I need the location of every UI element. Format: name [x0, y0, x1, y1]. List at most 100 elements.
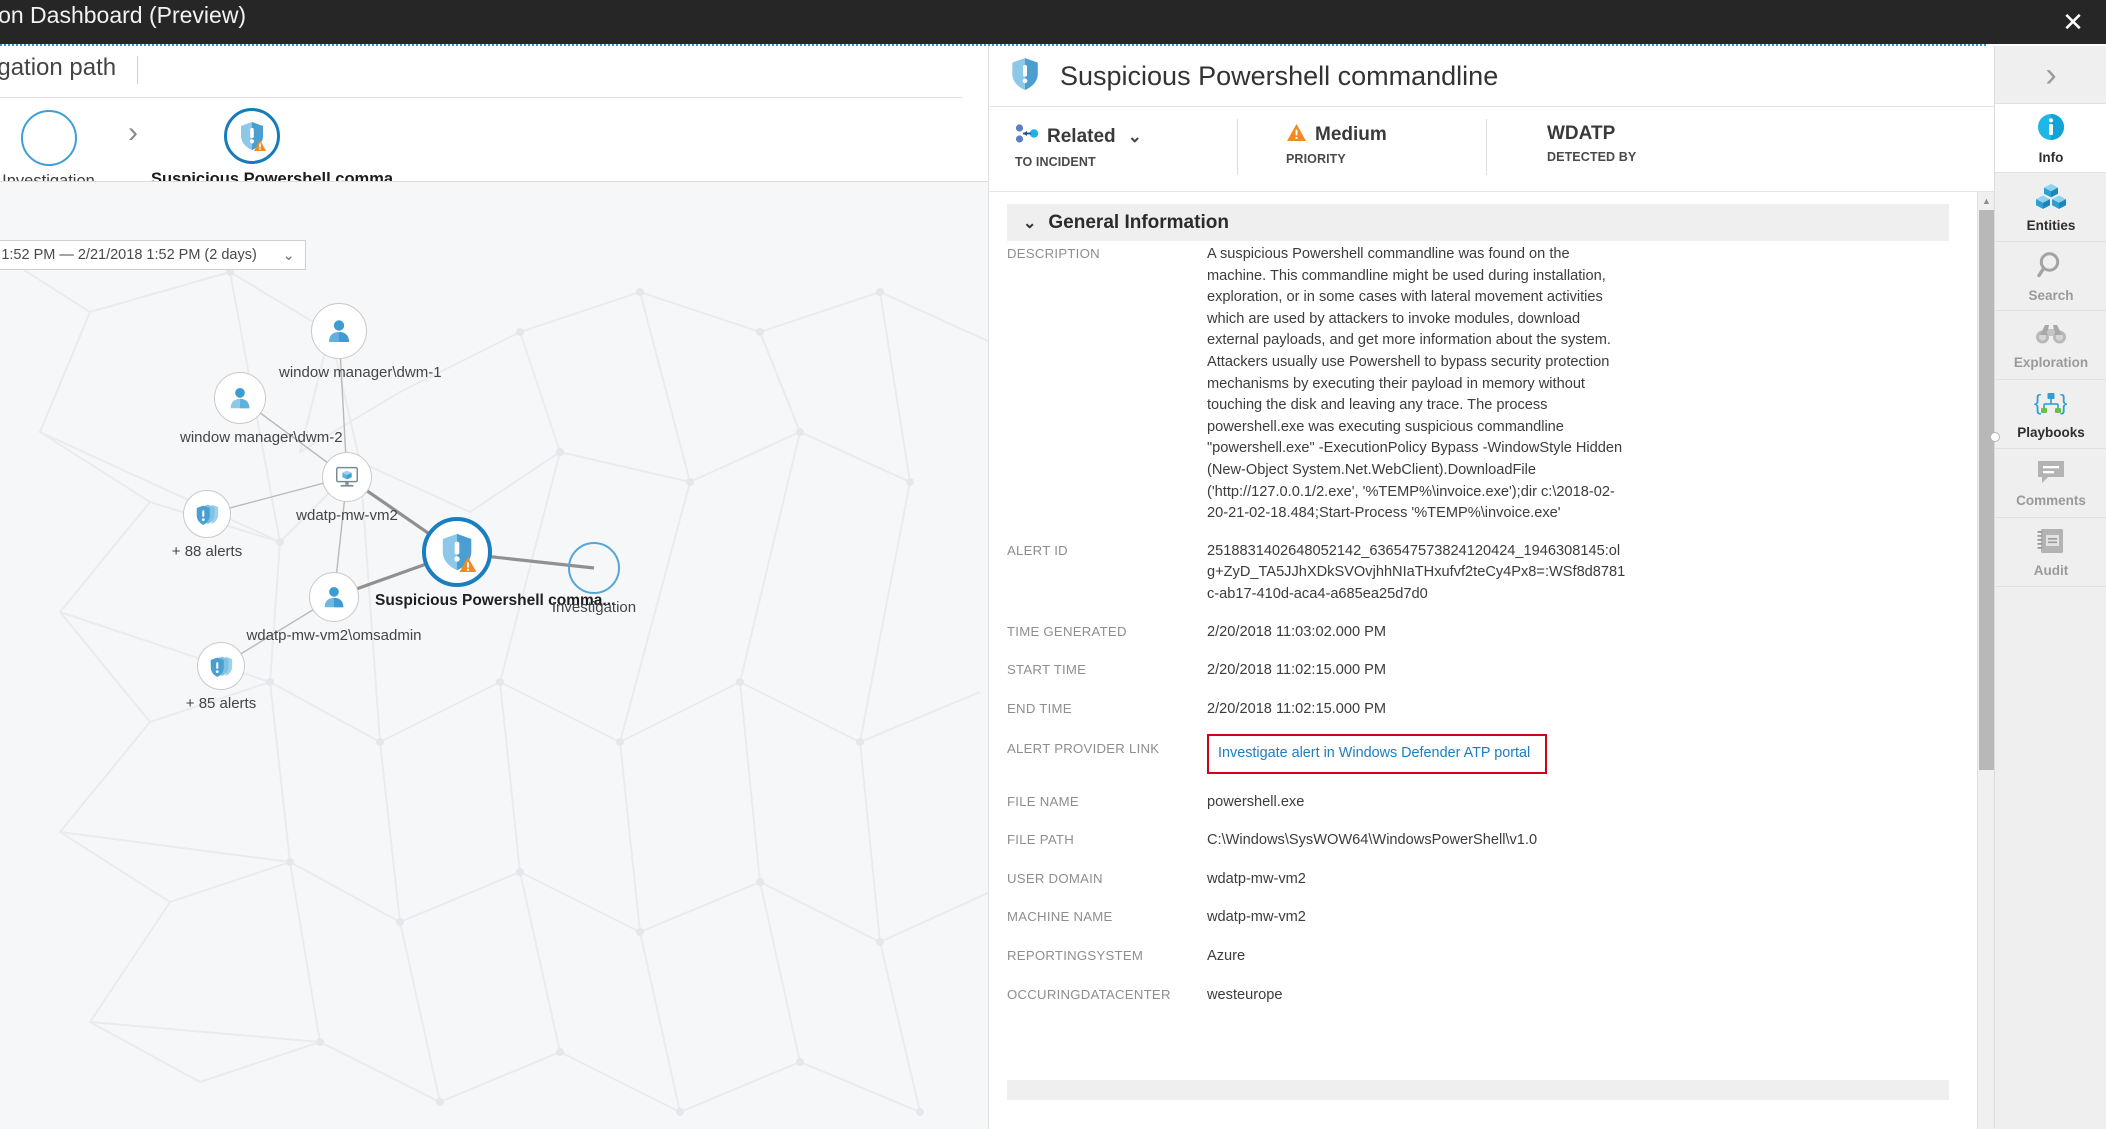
field-value: westeurope [1207, 986, 1283, 1003]
rail-tab-search[interactable]: Search [1995, 242, 2106, 311]
rail-tab-comments[interactable]: Comments [1995, 449, 2106, 518]
empty-circle-icon [20, 110, 77, 166]
meta-value: WDATP [1547, 123, 1616, 144]
collapse-panel-button[interactable]: › [1995, 46, 2106, 103]
field-label: DESCRIPTION [1007, 246, 1100, 261]
rail-tab-label: Entities [2026, 217, 2076, 233]
rail-tab-info[interactable]: Info [1995, 104, 2106, 173]
meta-priority: Medium PRIORITY [1286, 107, 1486, 166]
field-value: 2/20/2018 11:02:15.000 PM [1207, 662, 1387, 679]
svg-text:{: { [2034, 390, 2041, 415]
alert-title: Suspicious Powershell commandline [1060, 60, 1499, 91]
graph-node-label: window manager\dwm-2 [180, 429, 343, 446]
section-general-information[interactable]: ⌄ General Information [1007, 204, 1949, 241]
field-user-domain: USER DOMAIN wdatp-mw-vm2 [1007, 869, 1949, 891]
field-alert-id: ALERT ID 2518831402648052142_63654757382… [1007, 541, 1949, 606]
alert-shield-icon [422, 517, 492, 587]
user-icon [311, 303, 367, 359]
field-reportingsystem: REPORTINGSYSTEM Azure [1007, 946, 1949, 968]
meta-related-to-incident[interactable]: Related ⌄ TO INCIDENT [1015, 107, 1237, 169]
field-occuringdatacenter: OCCURINGDATACENTER westeurope [1007, 985, 1949, 1007]
field-value: wdatp-mw-vm2 [1207, 909, 1306, 926]
header-divider [137, 56, 138, 84]
header-underline [0, 97, 962, 98]
field-label: REPORTINGSYSTEM [1007, 947, 1144, 963]
chevron-down-icon: ⌄ [1023, 214, 1037, 232]
rail-tab-exploration[interactable]: Exploration [1995, 311, 2106, 380]
field-start-time: START TIME 2/20/2018 11:02:15.000 PM [1007, 660, 1949, 682]
field-label: END TIME [1007, 700, 1072, 716]
rail-tab-label: Playbooks [2017, 424, 2085, 440]
audit-icon [2036, 527, 2066, 560]
field-label: ALERT PROVIDER LINK [1007, 741, 1160, 757]
close-icon[interactable]: ✕ [2050, 0, 2096, 44]
chevron-down-icon[interactable]: ⌄ [1128, 127, 1142, 147]
section-next-collapsed[interactable] [1007, 1080, 1949, 1100]
panel-resize-handle[interactable] [1990, 432, 2000, 442]
investigation-path-title: vestigation path [0, 54, 117, 81]
user-icon [214, 372, 266, 424]
meta-caption: DETECTED BY [1547, 150, 1637, 164]
graph-edges [206, 330, 595, 667]
meta-value: Related [1047, 125, 1116, 147]
investigation-graph-canvas[interactable]: /2018 1:52 PM — 2/21/2018 1:52 PM (2 day… [0, 182, 988, 1129]
scrollbar-thumb[interactable] [1979, 210, 1994, 770]
graph-node-alerts-88[interactable]: + 88 alerts [152, 490, 262, 560]
alert-detail-panel: Suspicious Powershell commandline Relate… [988, 46, 1995, 1129]
rail-tab-entities[interactable]: Entities [1995, 173, 2106, 242]
chevron-down-icon: ⌄ [282, 247, 295, 264]
investigation-pane: vestigation path Investigation › Suspi [0, 46, 988, 1129]
graph-node-label: + 88 alerts [171, 543, 243, 560]
general-information-fields: DESCRIPTION A suspicious Powershell comm… [1007, 244, 1949, 1023]
field-value: C:\Windows\SysWOW64\WindowsPowerShell\v1… [1207, 832, 1538, 849]
svg-text:}: } [2060, 390, 2067, 415]
time-range-value: /2018 1:52 PM — 2/21/2018 1:52 PM (2 day… [0, 247, 257, 263]
detail-panel-scrollbar[interactable]: ▲ [1977, 192, 1994, 1129]
graph-node-selected-alert[interactable]: Suspicious Powershell comma... [375, 517, 616, 610]
machine-icon [322, 452, 372, 502]
alerts-stack-icon [197, 642, 245, 690]
field-file-name: FILE NAME powershell.exe [1007, 792, 1949, 814]
alert-meta-row: Related ⌄ TO INCIDENT Medium PRIORITY WD… [989, 107, 1995, 191]
investigation-path-header: vestigation path [0, 46, 988, 91]
alert-shield-icon [224, 108, 280, 164]
title-bar: stigation Dashboard (Preview) -cid-ws ✕ [0, 0, 2106, 44]
graph-node-alerts-85[interactable]: + 85 alerts [166, 642, 276, 712]
time-range-picker[interactable]: /2018 1:52 PM — 2/21/2018 1:52 PM (2 day… [0, 240, 306, 270]
field-label: ALERT ID [1007, 542, 1068, 558]
field-value: Azure [1207, 947, 1246, 964]
field-label: OCCURINGDATACENTER [1007, 986, 1171, 1002]
breadcrumb: Investigation › Suspicious Powershell co… [0, 104, 988, 190]
field-label: MACHINE NAME [1007, 909, 1113, 925]
field-label: USER DOMAIN [1007, 870, 1103, 886]
field-label: TIME GENERATED [1007, 623, 1127, 639]
user-icon [309, 572, 359, 622]
alerts-stack-icon [183, 490, 231, 538]
alert-detail-body: ⌄ General Information DESCRIPTION A susp… [989, 192, 1995, 1129]
rail-tab-playbooks[interactable]: { } Playbooks [1995, 380, 2106, 449]
meta-divider [1237, 119, 1238, 175]
field-end-time: END TIME 2/20/2018 11:02:15.000 PM [1007, 699, 1949, 721]
field-machine-name: MACHINE NAME wdatp-mw-vm2 [1007, 907, 1949, 929]
graph-node-dwm-2[interactable]: window manager\dwm-2 [180, 372, 343, 446]
field-value: A suspicious Powershell commandline was … [1207, 246, 1623, 522]
scroll-up-icon[interactable]: ▲ [1978, 192, 1995, 209]
meta-value: Medium [1315, 124, 1387, 145]
graph-node-label: Suspicious Powershell comma... [375, 592, 616, 609]
field-alert-provider-link: ALERT PROVIDER LINK Investigate alert in… [1007, 734, 1949, 774]
breadcrumb-item-alert[interactable]: Suspicious Powershell comma... [151, 108, 407, 189]
graph-node-label: Investigation [551, 599, 637, 616]
alert-detail-header: Suspicious Powershell commandline [989, 46, 1995, 106]
graph-node-wdatp-mw-vm2[interactable]: wdatp-mw-vm2 [287, 452, 407, 524]
graph-node-investigation[interactable]: Investigation [544, 542, 644, 616]
search-icon [2036, 250, 2066, 285]
field-value: 2/20/2018 11:02:15.000 PM [1207, 700, 1387, 717]
breadcrumb-item-investigation[interactable]: Investigation [0, 110, 97, 191]
field-value: 2/20/2018 11:03:02.000 PM [1207, 623, 1387, 640]
alert-provider-link[interactable]: Investigate alert in Windows Defender AT… [1207, 734, 1547, 774]
rail-tab-audit[interactable]: Audit [1995, 518, 2106, 587]
meta-detected-by: WDATP DETECTED BY [1547, 107, 1747, 164]
graph-node-dwm-1[interactable]: window manager\dwm-1 [279, 303, 442, 381]
binoculars-icon [2035, 321, 2067, 352]
field-label: FILE PATH [1007, 832, 1074, 848]
